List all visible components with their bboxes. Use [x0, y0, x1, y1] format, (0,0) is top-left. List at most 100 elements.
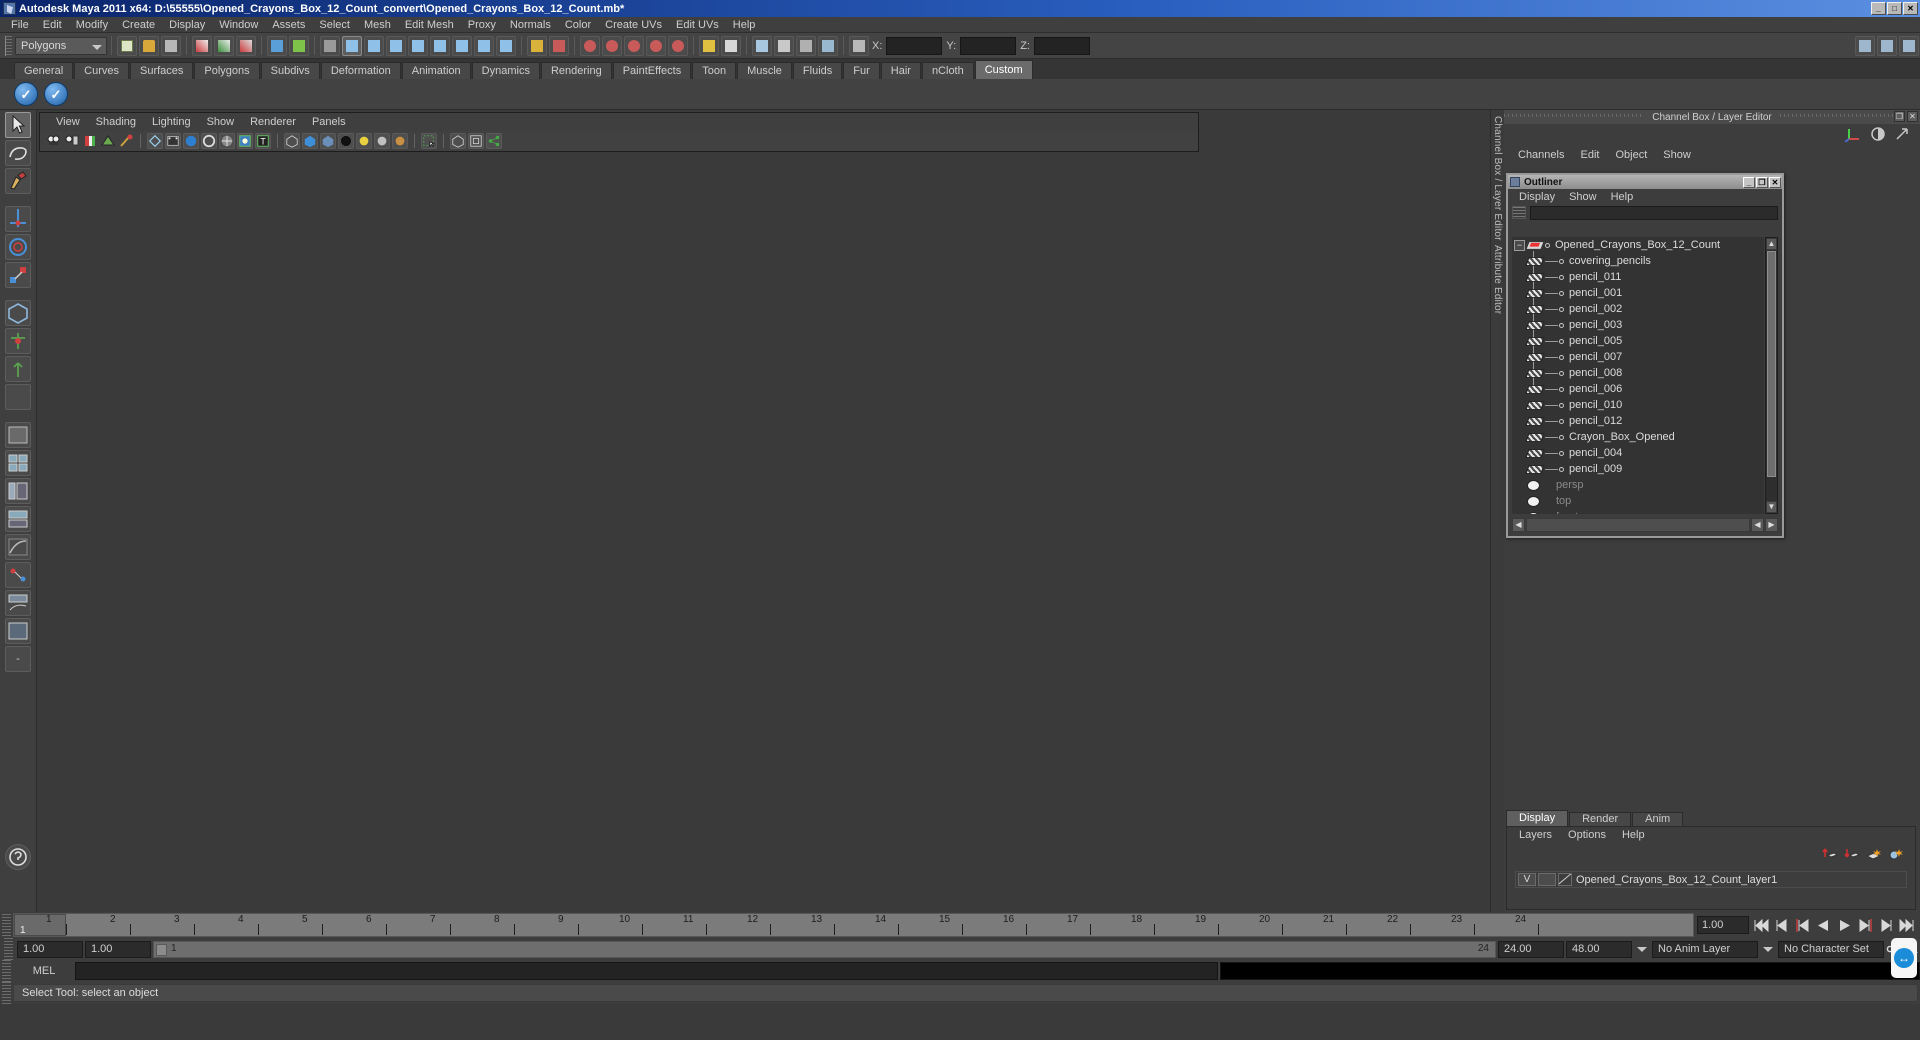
coordinate-x-input[interactable]: [886, 36, 943, 55]
menu-edit-mesh[interactable]: Edit Mesh: [398, 17, 461, 33]
new-scene-icon[interactable]: [117, 35, 137, 56]
select-joints-icon[interactable]: [364, 35, 384, 56]
select-tool-icon[interactable]: [5, 112, 31, 138]
play-forwards-icon[interactable]: [1835, 915, 1854, 935]
command-line-grip[interactable]: [2, 960, 11, 982]
outliner-minimize-button[interactable]: _: [1743, 176, 1755, 188]
menu-modify[interactable]: Modify: [69, 17, 115, 33]
viewport-menu-panels[interactable]: Panels: [304, 113, 354, 131]
current-frame-field[interactable]: [1697, 916, 1749, 934]
paint-select-tool-icon[interactable]: [5, 168, 31, 194]
outliner-row[interactable]: pencil_010: [1512, 397, 1764, 413]
manipulator-axis-icon[interactable]: [1844, 126, 1862, 145]
hypershade-icon[interactable]: [796, 35, 816, 56]
shelf-tab-muscle[interactable]: Muscle: [737, 62, 792, 79]
menu-mesh[interactable]: Mesh: [357, 17, 398, 33]
maximize-button[interactable]: □: [1887, 2, 1902, 15]
shelf-tab-fluids[interactable]: Fluids: [792, 62, 843, 79]
rotate-tool-icon[interactable]: [5, 234, 31, 260]
shelf-tab-painteffects[interactable]: PaintEffects: [612, 62, 692, 79]
range-end-field[interactable]: [1566, 940, 1632, 958]
outliner-row[interactable]: pencil_003: [1512, 317, 1764, 333]
render-current-frame-icon[interactable]: [721, 35, 741, 56]
quick-layout-relationship-icon[interactable]: [5, 618, 31, 644]
menu-assets[interactable]: Assets: [265, 17, 312, 33]
outliner-row[interactable]: pencil_005: [1512, 333, 1764, 349]
outliner-vertical-scrollbar[interactable]: ▲ ▼: [1765, 237, 1778, 514]
character-set-select[interactable]: [1778, 940, 1884, 958]
snap-magnet-icon[interactable]: [668, 35, 688, 56]
select-dynamics-icon[interactable]: [452, 35, 472, 56]
shelf-tab-subdivs[interactable]: Subdivs: [260, 62, 320, 79]
viewport-menu-show[interactable]: Show: [199, 113, 243, 131]
outliner-scroll-up-button[interactable]: ▲: [1766, 238, 1777, 250]
create-empty-layer-icon[interactable]: [1865, 847, 1882, 860]
select-surfaces-icon[interactable]: [408, 35, 428, 56]
menu-edit-uvs[interactable]: Edit UVs: [669, 17, 726, 33]
select-object-mode-icon[interactable]: [267, 35, 287, 56]
quick-layout-hypershade-icon[interactable]: [5, 534, 31, 560]
menu-normals[interactable]: Normals: [503, 17, 558, 33]
redo-icon[interactable]: [214, 35, 234, 56]
character-set-dropdown-arrow[interactable]: [1760, 940, 1776, 958]
menu-file[interactable]: File: [4, 17, 36, 33]
quick-layout-persp-graph-icon[interactable]: [5, 590, 31, 616]
move-tool-icon[interactable]: [5, 206, 31, 232]
ipr-render-icon[interactable]: [752, 35, 772, 56]
go-to-end-icon[interactable]: [1898, 915, 1917, 935]
wireframe-on-shaded-icon[interactable]: [219, 133, 235, 149]
outliner-row[interactable]: covering_pencils: [1512, 253, 1764, 269]
shelf-tab-dynamics[interactable]: Dynamics: [471, 62, 540, 79]
playback-start-field[interactable]: [85, 940, 151, 958]
outliner-close-button[interactable]: ✕: [1769, 176, 1781, 188]
shelf-button-check-2[interactable]: [44, 82, 68, 106]
quick-layout-graph-editor-icon[interactable]: [5, 562, 31, 588]
show-manip-tool-icon[interactable]: [5, 356, 31, 382]
select-camera-icon[interactable]: [46, 133, 62, 149]
outliner-row[interactable]: pencil_007: [1512, 349, 1764, 365]
time-slider-track[interactable]: 1 1 2 3 4 5 6 7 8 9 10 11 12 13 14 15 16…: [13, 913, 1694, 937]
help-line-grip[interactable]: [2, 982, 11, 1004]
outliner-horizontal-scrollbar[interactable]: ◀ ◀ ▶: [1512, 518, 1778, 532]
text-display-icon[interactable]: T: [255, 133, 271, 149]
tab-display[interactable]: Display: [1506, 810, 1569, 826]
menu-help[interactable]: Help: [726, 17, 763, 33]
outliner-filter-icon[interactable]: [1512, 206, 1526, 219]
range-start-field[interactable]: [17, 940, 83, 958]
select-misc-icon[interactable]: [496, 35, 516, 56]
quick-layout-persp-outliner-icon[interactable]: [5, 506, 31, 532]
open-scene-icon[interactable]: [139, 35, 159, 56]
coordinate-z-input[interactable]: [1033, 36, 1090, 55]
create-layer-from-selected-icon[interactable]: [1888, 847, 1903, 860]
tab-render[interactable]: Render: [1569, 812, 1632, 826]
outliner-row[interactable]: pencil_002: [1512, 301, 1764, 317]
menu-proxy[interactable]: Proxy: [461, 17, 503, 33]
snap-grid-icon[interactable]: [549, 35, 569, 56]
channelbox-menu-object[interactable]: Object: [1607, 149, 1655, 161]
show-hide-attributes-icon[interactable]: [1899, 35, 1919, 56]
snap-curve-icon[interactable]: [580, 35, 600, 56]
outliner-row[interactable]: Crayon_Box_Opened: [1512, 429, 1764, 445]
shelf-button-check-1[interactable]: [14, 82, 38, 106]
menuset-dropdown[interactable]: Polygons: [15, 36, 107, 55]
toolbar-grip[interactable]: [5, 35, 12, 56]
outliner-row[interactable]: pencil_011: [1512, 269, 1764, 285]
shelf-tab-curves[interactable]: Curves: [74, 62, 129, 79]
menu-select[interactable]: Select: [312, 17, 357, 33]
outliner-row[interactable]: pencil_008: [1512, 365, 1764, 381]
outliner-menu-show[interactable]: Show: [1562, 191, 1604, 203]
outliner-row-root[interactable]: − Opened_Crayons_Box_12_Count: [1512, 237, 1764, 253]
layer-menu-options[interactable]: Options: [1560, 829, 1614, 841]
go-to-start-icon[interactable]: [1751, 915, 1770, 935]
step-back-frame-icon[interactable]: [1793, 915, 1812, 935]
step-forward-key-icon[interactable]: [1877, 915, 1896, 935]
quick-layout-more-icon[interactable]: -: [5, 646, 31, 672]
channelbox-restore-button[interactable]: ❐: [1894, 111, 1905, 122]
outliner-menu-help[interactable]: Help: [1604, 191, 1641, 203]
render-view-icon[interactable]: [699, 35, 719, 56]
smooth-shade-all-icon[interactable]: [183, 133, 199, 149]
close-button[interactable]: ✕: [1903, 2, 1918, 15]
outliner-hscroll-page-left[interactable]: ◀: [1751, 518, 1764, 532]
shelf-tab-general[interactable]: General: [14, 62, 74, 79]
layer-menu-help[interactable]: Help: [1614, 829, 1653, 841]
